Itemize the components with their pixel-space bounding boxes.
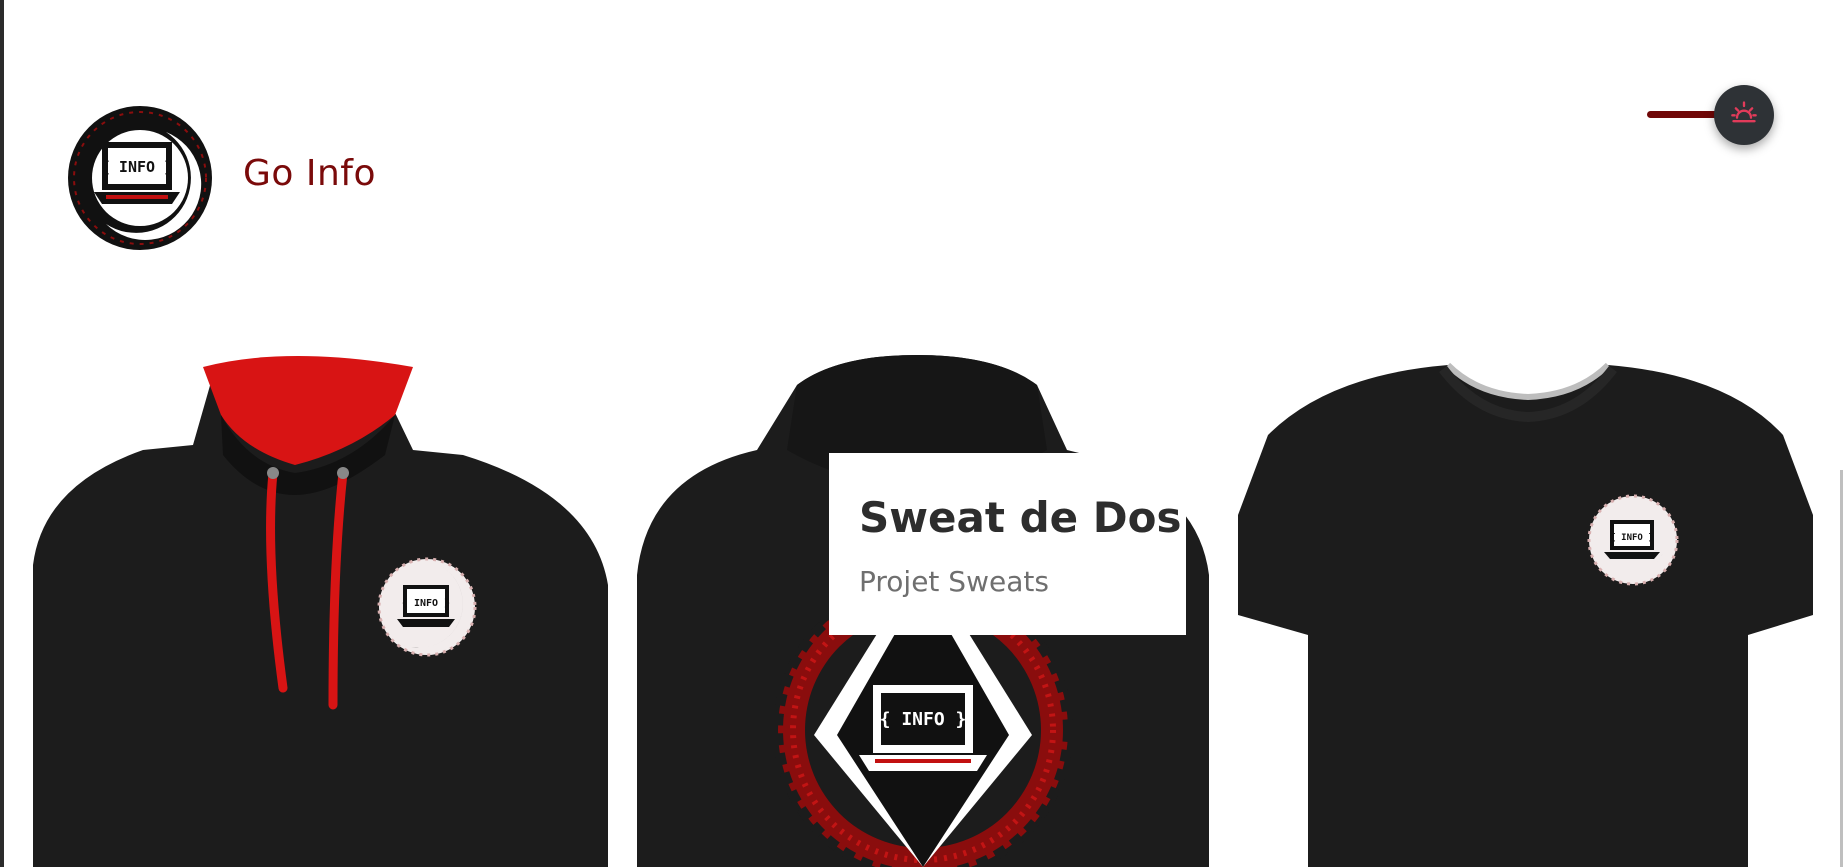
tshirt-image: { INFO } <box>1238 362 1813 867</box>
site-logo[interactable]: { INFO } <box>66 104 214 252</box>
product-caption[interactable]: Sweat de Dos Projet Sweats <box>829 453 1186 635</box>
sunrise-icon <box>1730 99 1758 132</box>
theme-toggle-button[interactable] <box>1714 85 1774 145</box>
product-title[interactable]: Sweat de Dos <box>859 493 1181 542</box>
product-card-hoodie[interactable]: { INFO } <box>33 355 608 867</box>
hoodie-front-image: { INFO } <box>33 356 608 867</box>
svg-text:{ INFO }: { INFO } <box>1610 533 1653 543</box>
svg-text:{ INFO }: { INFO } <box>402 598 450 609</box>
site-title[interactable]: Go Info <box>243 153 376 194</box>
product-subtitle: Projet Sweats <box>859 565 1049 598</box>
product-card-tshirt[interactable]: { INFO } <box>1238 355 1813 867</box>
window-left-edge <box>0 0 4 867</box>
svg-text:{ INFO }: { INFO } <box>101 158 173 176</box>
svg-text:{ INFO }: { INFO } <box>880 709 967 730</box>
